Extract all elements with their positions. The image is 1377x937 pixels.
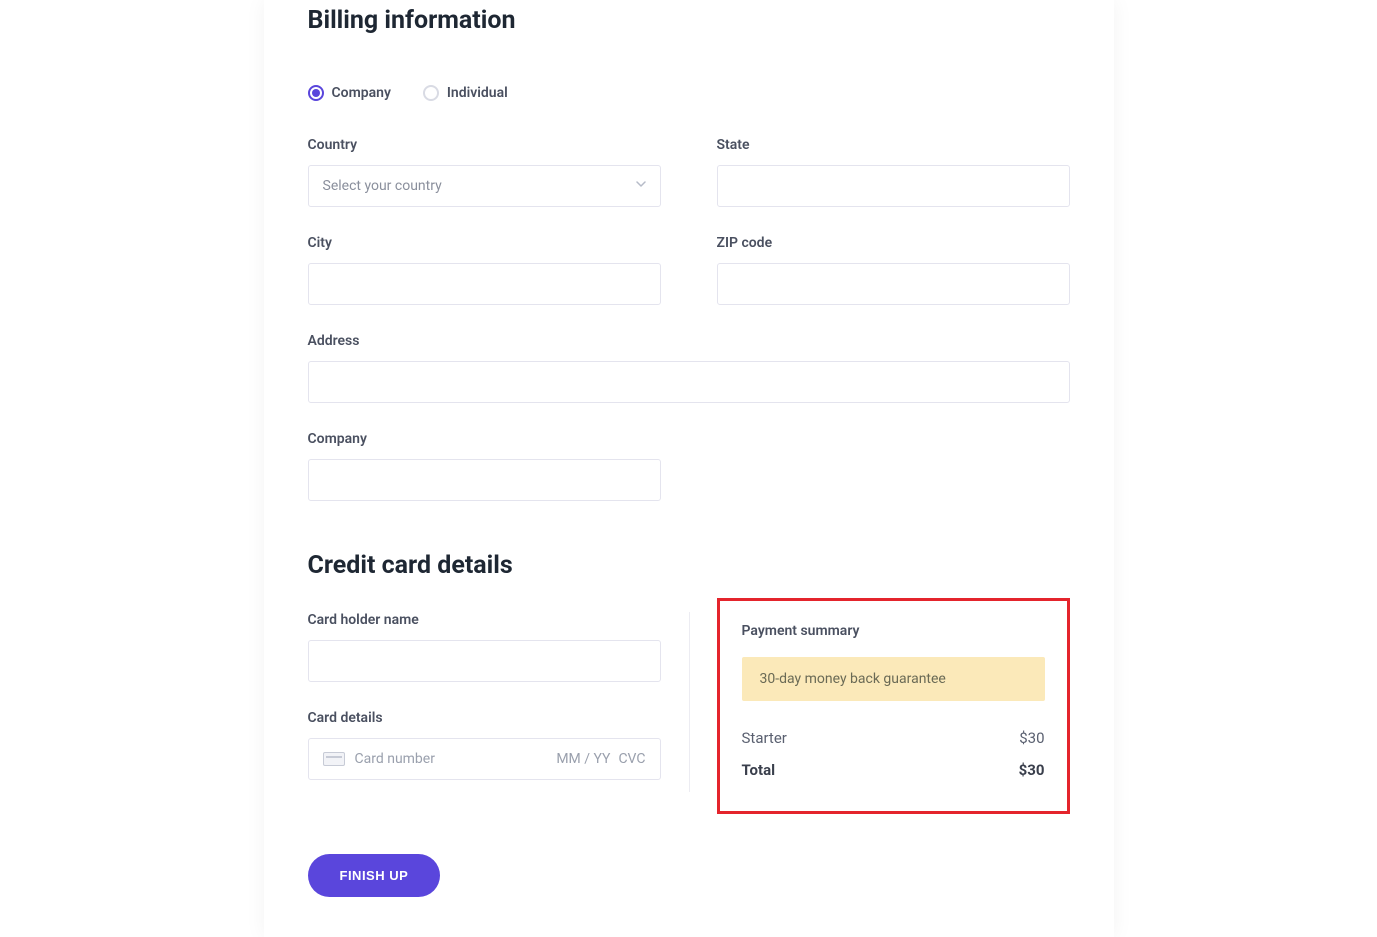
country-select[interactable]: Select your country — [308, 165, 661, 207]
country-placeholder: Select your country — [323, 178, 442, 194]
plan-name: Starter — [742, 729, 787, 747]
card-exp-placeholder: MM / YY — [556, 751, 610, 767]
summary-heading: Payment summary — [742, 623, 1045, 639]
cardholder-group: Card holder name — [308, 612, 661, 682]
card-details-input[interactable]: Card number MM / YY CVC — [308, 738, 661, 780]
address-group: Address — [308, 333, 1070, 403]
carddetails-label: Card details — [308, 710, 661, 726]
radio-individual-label: Individual — [447, 85, 508, 101]
cardholder-label: Card holder name — [308, 612, 661, 628]
finish-button[interactable]: FINISH UP — [308, 854, 441, 897]
company-group: Company — [308, 431, 661, 501]
country-group: Country Select your country — [308, 137, 661, 207]
address-input[interactable] — [308, 361, 1070, 403]
credit-right-col: Payment summary 30-day money back guaran… — [717, 612, 1070, 814]
card-cvc-placeholder: CVC — [618, 751, 645, 767]
checkout-page: Billing information Company Individual C… — [264, 0, 1114, 937]
billing-heading: Billing information — [308, 0, 1070, 35]
city-label: City — [308, 235, 661, 251]
company-label: Company — [308, 431, 661, 447]
billing-form: Country Select your country State City Z… — [308, 137, 1070, 501]
guarantee-banner: 30-day money back guarantee — [742, 657, 1045, 701]
radio-dot-icon — [308, 85, 324, 101]
credit-card-icon — [323, 752, 345, 766]
summary-line-plan: Starter $30 — [742, 725, 1045, 751]
city-group: City — [308, 235, 661, 305]
state-group: State — [717, 137, 1070, 207]
zip-label: ZIP code — [717, 235, 1070, 251]
plan-price: $30 — [1019, 729, 1044, 747]
city-input[interactable] — [308, 263, 661, 305]
total-price: $30 — [1019, 761, 1045, 779]
cardholder-input[interactable] — [308, 640, 661, 682]
radio-dot-icon — [423, 85, 439, 101]
radio-company-label: Company — [332, 85, 391, 101]
address-label: Address — [308, 333, 1070, 349]
vertical-divider — [689, 612, 690, 792]
country-label: Country — [308, 137, 661, 153]
card-fields: Card number MM / YY CVC — [355, 751, 646, 767]
entity-type-radios: Company Individual — [308, 85, 1070, 101]
zip-input[interactable] — [717, 263, 1070, 305]
radio-individual[interactable]: Individual — [423, 85, 508, 101]
summary-line-total: Total $30 — [742, 757, 1045, 783]
credit-left-col: Card holder name Card details Card numbe… — [308, 612, 661, 780]
chevron-down-icon — [636, 181, 646, 191]
radio-company[interactable]: Company — [308, 85, 391, 101]
company-input[interactable] — [308, 459, 661, 501]
state-label: State — [717, 137, 1070, 153]
zip-group: ZIP code — [717, 235, 1070, 305]
credit-heading: Credit card details — [308, 545, 1070, 580]
state-input[interactable] — [717, 165, 1070, 207]
card-number-placeholder: Card number — [355, 751, 435, 767]
credit-section: Card holder name Card details Card numbe… — [308, 612, 1070, 814]
payment-summary-box: Payment summary 30-day money back guaran… — [717, 598, 1070, 814]
total-label: Total — [742, 761, 776, 779]
carddetails-group: Card details Card number MM / YY CVC — [308, 710, 661, 780]
